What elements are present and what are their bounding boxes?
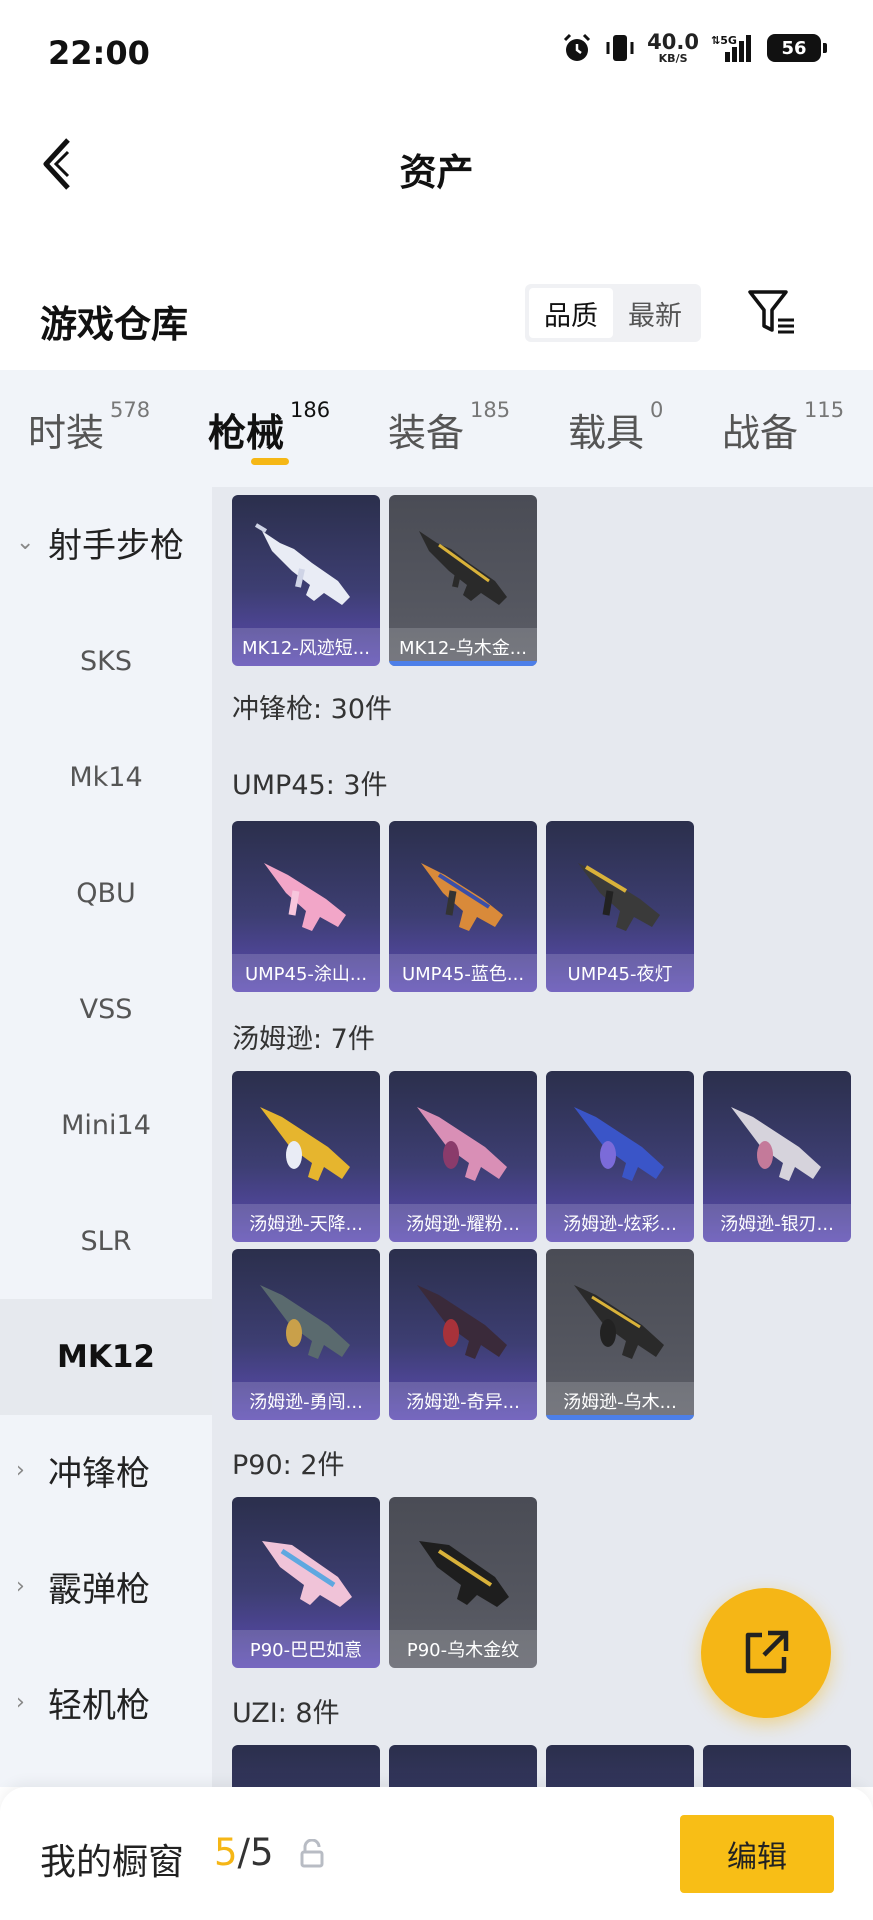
tommy-gun-icon bbox=[574, 1285, 664, 1359]
skin-card-tommy-2[interactable]: 汤姆逊-耀粉... bbox=[389, 1071, 537, 1242]
rifle-icon bbox=[419, 531, 507, 605]
tab-fashion[interactable]: 时装 578 bbox=[28, 398, 150, 457]
vibrate-icon bbox=[606, 35, 634, 61]
tommy-gun-icon bbox=[417, 1107, 507, 1181]
tommy-gun-icon bbox=[260, 1107, 350, 1181]
tab-guns[interactable]: 枪械 186 bbox=[208, 398, 330, 457]
weapon-sidebar: ⌄ 射手步枪 SKS Mk14 QBU VSS Mini14 SLR MK12 … bbox=[0, 487, 212, 1787]
share-icon bbox=[745, 1630, 789, 1674]
sidebar-group-shotgun[interactable]: › 霰弹枪 bbox=[0, 1531, 212, 1641]
sort-toggle: 品质 最新 bbox=[525, 284, 701, 342]
status-time: 22:00 bbox=[48, 34, 150, 72]
warehouse-title: 游戏仓库 bbox=[40, 303, 188, 346]
skin-card-ump45-2[interactable]: UMP45-蓝色... bbox=[389, 821, 537, 992]
filter-button[interactable] bbox=[744, 284, 800, 340]
tommy-gun-icon bbox=[731, 1107, 821, 1181]
skin-card-uzi-3[interactable] bbox=[546, 1745, 694, 1787]
battery-icon: 56 bbox=[767, 34, 827, 62]
sidebar-item-mk14[interactable]: Mk14 bbox=[0, 719, 212, 835]
header: 资产 bbox=[0, 104, 873, 224]
smg-icon bbox=[578, 863, 660, 931]
sidebar-group-marksman[interactable]: ⌄ 射手步枪 bbox=[0, 487, 212, 597]
svg-text:⇅5G: ⇅5G bbox=[711, 34, 737, 47]
tommy-gun-icon bbox=[417, 1285, 507, 1359]
equipped-bar bbox=[546, 1415, 694, 1420]
smg-icon bbox=[421, 863, 503, 931]
sidebar-item-slr[interactable]: SLR bbox=[0, 1183, 212, 1299]
smg-icon bbox=[264, 863, 346, 931]
chevron-right-icon: › bbox=[16, 1573, 25, 1599]
skin-card-ump45-1[interactable]: UMP45-涂山... bbox=[232, 821, 380, 992]
skin-card-tommy-4[interactable]: 汤姆逊-银刃... bbox=[703, 1071, 851, 1242]
net-speed: 40.0 KB/S bbox=[647, 30, 699, 65]
sidebar-item-sks[interactable]: SKS bbox=[0, 603, 212, 719]
tommy-gun-icon bbox=[260, 1285, 350, 1359]
lock-icon bbox=[300, 1839, 324, 1868]
skin-card-uzi-2[interactable] bbox=[389, 1745, 537, 1787]
section-title-p90: P90: 2件 bbox=[232, 1450, 345, 1481]
skin-card-tommy-6[interactable]: 汤姆逊-奇异... bbox=[389, 1249, 537, 1420]
skin-card-p90-2[interactable]: P90-乌木金纹 bbox=[389, 1497, 537, 1668]
chevron-down-icon: ⌄ bbox=[16, 529, 35, 555]
status-icons: 40.0 KB/S ⇅5G 56 bbox=[561, 30, 827, 65]
skin-card-tommy-1[interactable]: 汤姆逊-天降... bbox=[232, 1071, 380, 1242]
tommy-gun-icon bbox=[574, 1107, 664, 1181]
category-tabs: 时装 578 枪械 186 装备 185 载具 0 战备 115 bbox=[0, 370, 873, 487]
edit-button[interactable]: 编辑 bbox=[680, 1815, 834, 1893]
alarm-icon bbox=[564, 33, 591, 61]
showcase-bar: 我的橱窗 5/5 编辑 bbox=[0, 1787, 873, 1920]
sort-quality-button[interactable]: 品质 bbox=[529, 288, 613, 338]
skin-card-mk12-2[interactable]: MK12-乌木金... bbox=[389, 495, 537, 666]
skin-card-uzi-1[interactable] bbox=[232, 1745, 380, 1787]
tab-supplies[interactable]: 战备 115 bbox=[722, 398, 844, 457]
share-button[interactable] bbox=[701, 1588, 831, 1718]
section-title-uzi: UZI: 8件 bbox=[232, 1698, 340, 1729]
rifle-icon bbox=[254, 523, 350, 605]
section-title-ump45: UMP45: 3件 bbox=[232, 770, 388, 801]
sidebar-item-qbu[interactable]: QBU bbox=[0, 835, 212, 951]
sidebar-group-lmg[interactable]: › 轻机枪 bbox=[0, 1647, 212, 1757]
p90-icon bbox=[419, 1541, 509, 1607]
page-title: 资产 bbox=[399, 151, 474, 194]
chevron-right-icon: › bbox=[16, 1457, 25, 1483]
p90-icon bbox=[262, 1541, 352, 1607]
section-title-tommy: 汤姆逊: 7件 bbox=[232, 1024, 375, 1055]
skin-card-p90-1[interactable]: P90-巴巴如意 bbox=[232, 1497, 380, 1668]
equipped-bar bbox=[389, 661, 537, 666]
chevron-right-icon: › bbox=[16, 1689, 25, 1715]
skin-card-mk12-1[interactable]: MK12-风迹短... bbox=[232, 495, 380, 666]
skin-card-tommy-7[interactable]: 汤姆逊-乌木... bbox=[546, 1249, 694, 1420]
active-tab-indicator bbox=[251, 458, 289, 465]
sidebar-group-smg[interactable]: › 冲锋枪 bbox=[0, 1415, 212, 1525]
sidebar-item-mk12[interactable]: MK12 bbox=[0, 1299, 212, 1415]
sidebar-item-mini14[interactable]: Mini14 bbox=[0, 1067, 212, 1183]
tab-vehicles[interactable]: 载具 0 bbox=[568, 398, 663, 457]
section-title-smg: 冲锋枪: 30件 bbox=[232, 694, 393, 725]
sort-latest-button[interactable]: 最新 bbox=[613, 288, 697, 338]
status-bar: 22:00 40.0 KB/S ⇅5G 56 bbox=[0, 0, 873, 104]
skin-card-uzi-4[interactable] bbox=[703, 1745, 851, 1787]
skin-card-ump45-3[interactable]: UMP45-夜灯 bbox=[546, 821, 694, 992]
showcase-label: 我的橱窗 bbox=[40, 1842, 185, 1883]
skin-card-tommy-5[interactable]: 汤姆逊-勇闯... bbox=[232, 1249, 380, 1420]
signal-5g-icon: ⇅5G bbox=[711, 34, 751, 62]
showcase-count: 5/5 bbox=[214, 1831, 274, 1874]
filter-icon bbox=[748, 290, 794, 334]
skin-card-tommy-3[interactable]: 汤姆逊-炫彩... bbox=[546, 1071, 694, 1242]
warehouse-header: 游戏仓库 品质 最新 bbox=[0, 270, 873, 370]
tab-equipment[interactable]: 装备 185 bbox=[388, 398, 510, 457]
sidebar-item-vss[interactable]: VSS bbox=[0, 951, 212, 1067]
